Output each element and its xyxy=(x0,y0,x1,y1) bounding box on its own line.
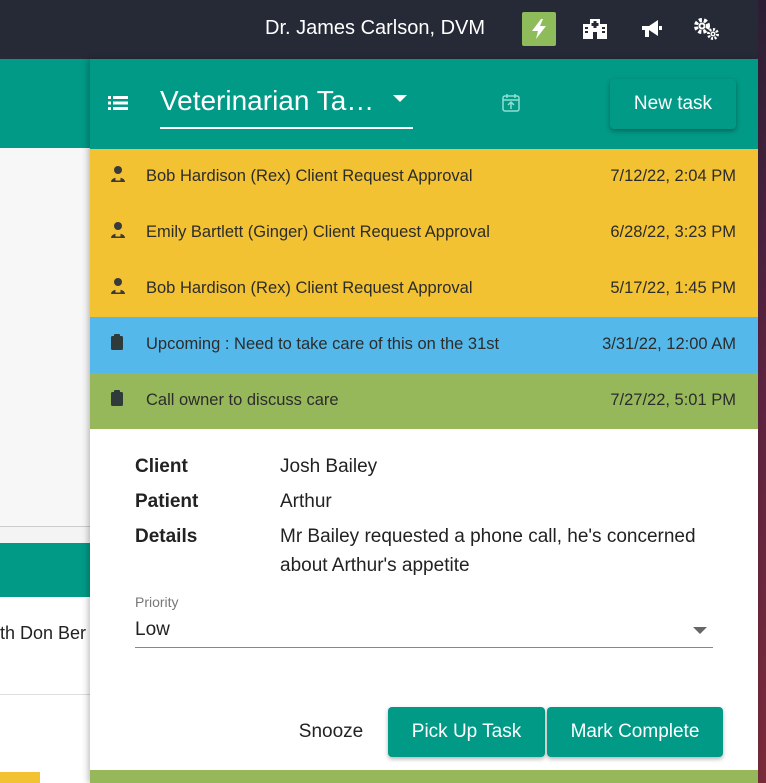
task-label: Upcoming : Need to take care of this on … xyxy=(146,335,500,353)
person-icon xyxy=(110,277,126,300)
task-list-selector[interactable]: Veterinarian Ta… xyxy=(160,81,413,129)
window-edge xyxy=(758,0,766,783)
task-label: Bob Hardison (Rex) Client Request Approv… xyxy=(146,279,473,297)
list-menu-icon[interactable] xyxy=(108,95,128,116)
background-list-item-text: th Don Ber xyxy=(0,623,87,643)
megaphone-icon[interactable] xyxy=(634,12,668,46)
user-name[interactable]: Dr. James Carlson, DVM xyxy=(265,17,485,40)
top-header-bar: Dr. James Carlson, DVM xyxy=(0,0,758,59)
task-label: Bob Hardison (Rex) Client Request Approv… xyxy=(146,167,473,185)
chevron-down-icon xyxy=(693,627,707,634)
task-list-title: Veterinarian Ta… xyxy=(160,85,375,116)
task-label: Call owner to discuss care xyxy=(146,391,339,409)
hospital-icon[interactable] xyxy=(578,12,612,46)
background-header-band xyxy=(0,59,90,148)
snooze-button[interactable]: Snooze xyxy=(286,707,376,757)
task-date: 7/27/22, 5:01 PM xyxy=(610,391,736,409)
priority-select[interactable]: Low xyxy=(135,617,713,648)
background-panel xyxy=(0,148,90,527)
chevron-down-icon xyxy=(393,95,407,102)
task-row[interactable]: Bob Hardison (Rex) Client Request Approv… xyxy=(90,149,758,205)
task-panel-header: Veterinarian Ta… New task xyxy=(90,59,758,149)
task-detail: Client Josh Bailey Patient Arthur Detail… xyxy=(114,431,758,783)
client-value: Josh Bailey xyxy=(280,456,378,477)
clipboard-icon xyxy=(110,333,124,356)
pick-up-task-button[interactable]: Pick Up Task xyxy=(388,707,545,757)
task-row[interactable]: Bob Hardison (Rex) Client Request Approv… xyxy=(90,261,758,317)
task-date: 5/17/22, 1:45 PM xyxy=(610,279,736,297)
patient-value: Arthur xyxy=(280,491,332,512)
calendar-upload-icon[interactable] xyxy=(501,93,521,118)
gears-icon[interactable] xyxy=(690,12,724,46)
priority-value: Low xyxy=(135,619,170,640)
background-yellow-strip xyxy=(0,772,40,783)
task-row[interactable]: Emily Bartlett (Ginger) Client Request A… xyxy=(90,205,758,261)
new-task-button[interactable]: New task xyxy=(610,79,736,129)
background-empty-row xyxy=(0,695,90,783)
clipboard-icon xyxy=(110,389,124,412)
task-date: 6/28/22, 3:23 PM xyxy=(610,223,736,241)
task-label: Emily Bartlett (Ginger) Client Request A… xyxy=(146,223,490,241)
task-panel: Veterinarian Ta… New task Bob Hardison (… xyxy=(90,59,758,783)
next-task-row-strip[interactable] xyxy=(90,770,758,783)
patient-label: Patient xyxy=(135,491,199,512)
person-icon xyxy=(110,165,126,188)
task-date: 7/12/22, 2:04 PM xyxy=(610,167,736,185)
background-section-band xyxy=(0,543,90,597)
background-list-item[interactable]: th Don Ber xyxy=(0,597,90,695)
person-icon xyxy=(110,221,126,244)
details-value: Mr Bailey requested a phone call, he's c… xyxy=(280,526,696,576)
priority-label: Priority xyxy=(135,594,179,610)
bolt-icon[interactable] xyxy=(522,12,556,46)
client-label: Client xyxy=(135,456,188,477)
mark-complete-button[interactable]: Mark Complete xyxy=(547,707,723,757)
task-row[interactable]: Call owner to discuss care 7/27/22, 5:01 … xyxy=(90,373,758,429)
task-row[interactable]: Upcoming : Need to take care of this on … xyxy=(90,317,758,373)
details-label: Details xyxy=(135,526,198,547)
task-date: 3/31/22, 12:00 AM xyxy=(602,335,736,353)
